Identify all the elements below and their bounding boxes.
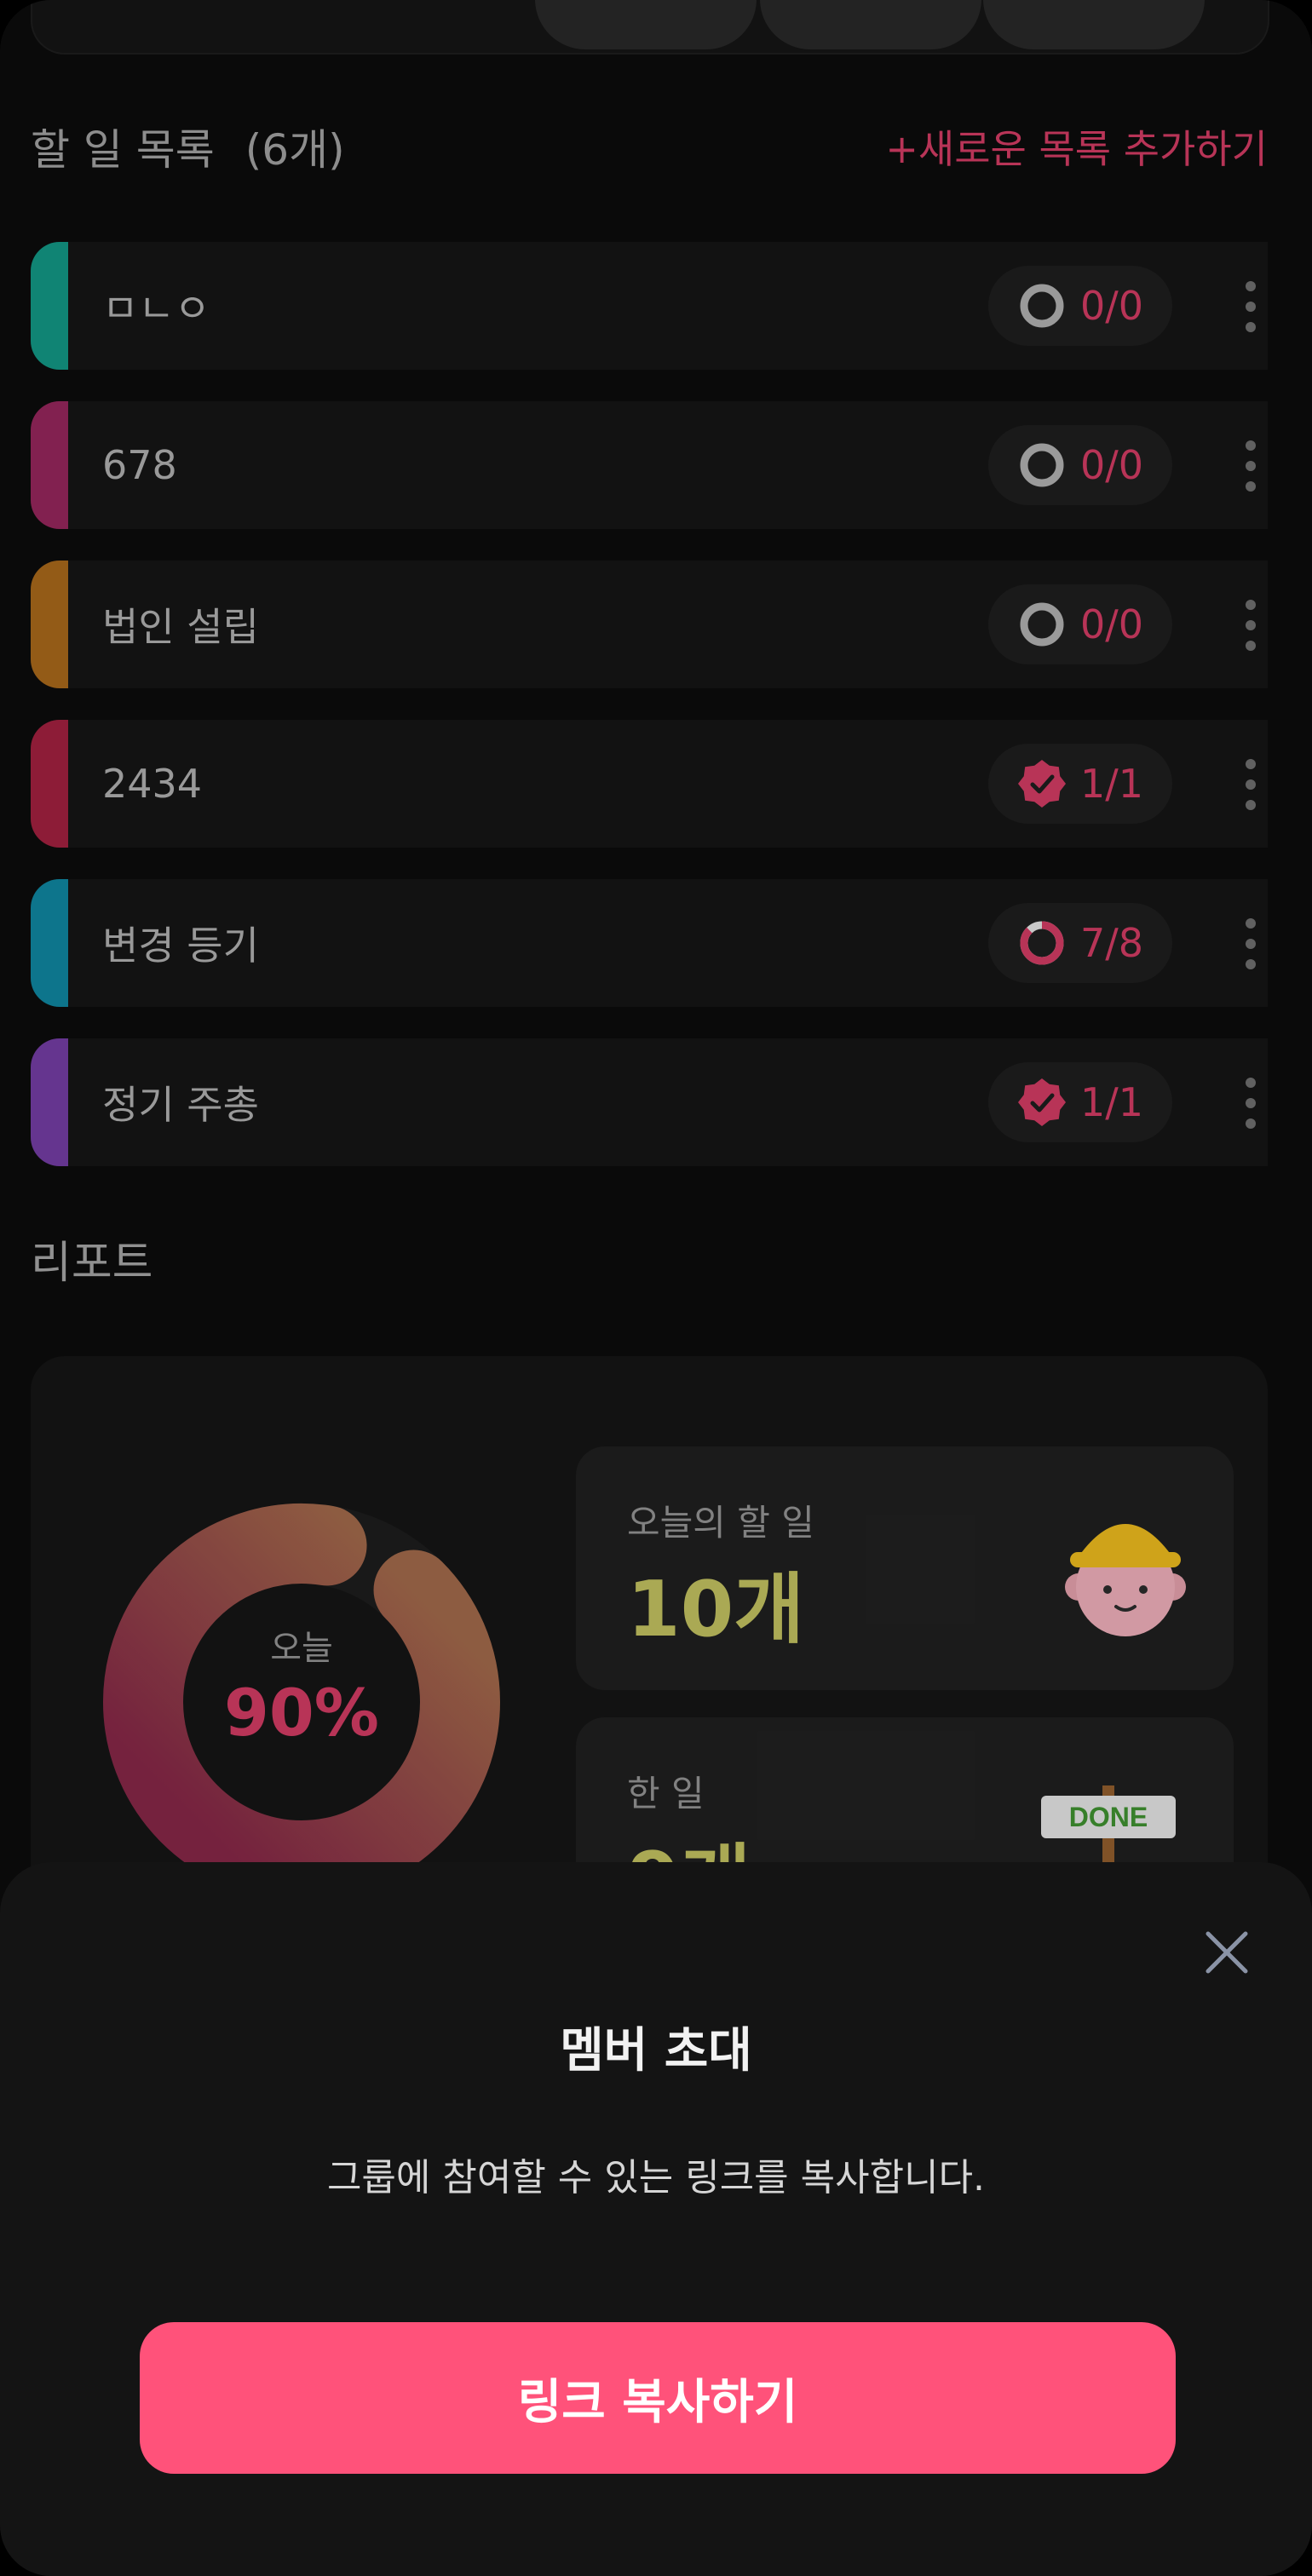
sheet-title: 멤버 초대 bbox=[560, 2023, 752, 2079]
invite-bottom-sheet: 멤버 초대 그룹에 참여할 수 있는 링크를 복사합니다. 링크 복사하기 bbox=[0, 1862, 1312, 2576]
copy-link-button[interactable]: 링크 복사하기 bbox=[140, 2322, 1176, 2474]
sheet-description: 그룹에 참여할 수 있는 링크를 복사합니다. bbox=[326, 2156, 986, 2199]
app-screen: 할 일 목록 (6개) +새로운 목록 추가하기 ㅁㄴㅇ 0/0 678 0/0 bbox=[0, 0, 1312, 2576]
close-icon[interactable] bbox=[1200, 1925, 1254, 1980]
